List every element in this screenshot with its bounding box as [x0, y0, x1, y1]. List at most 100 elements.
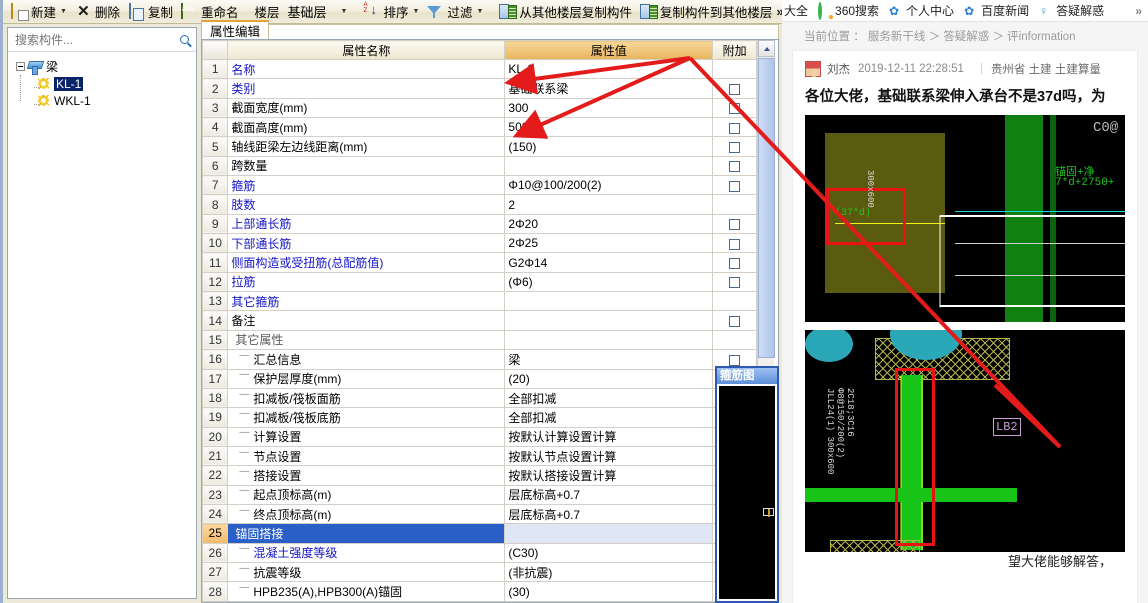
row-property-value[interactable]: 2Φ20 — [504, 213, 714, 235]
table-row[interactable]: 23起点顶标高(m) 层底标高+0.7 — [202, 484, 757, 505]
table-row[interactable]: 25 锚固搭接 — [202, 523, 757, 544]
row-property-name[interactable]: 上部通长筋 — [227, 213, 506, 235]
table-row[interactable]: 2 类别 基础联系梁 — [202, 78, 757, 99]
row-property-value[interactable]: 2Φ25 — [504, 233, 714, 254]
row-property-name[interactable]: 截面高度(mm) — [227, 117, 506, 138]
row-property-name[interactable]: 起点顶标高(m) — [227, 484, 506, 505]
table-row[interactable]: 22搭接设置 按默认搭接设置计算 — [202, 465, 757, 486]
tree-root-beam[interactable]: 梁 — [14, 58, 196, 75]
row-property-value[interactable]: (30) — [504, 581, 714, 602]
row-extra-checkbox[interactable] — [729, 161, 741, 173]
row-property-value[interactable]: 按默认搭接设置计算 — [504, 465, 714, 486]
row-property-name[interactable]: 轴线距梁左边线距离(mm) — [227, 136, 506, 157]
table-row[interactable]: 18扣减板/筏板面筋 全部扣减 — [202, 387, 757, 409]
row-property-name[interactable]: 混凝土强度等级 — [227, 542, 506, 563]
row-property-value[interactable]: 全部扣减 — [504, 387, 714, 409]
toolbar-copy-button[interactable]: 复制 — [124, 1, 177, 23]
table-row[interactable]: 19扣减板/筏板底筋 全部扣减 — [202, 407, 757, 428]
row-property-name[interactable]: 终点顶标高(m) — [227, 503, 506, 525]
row-property-name[interactable]: 搭接设置 — [227, 465, 506, 486]
row-property-value[interactable]: 300 — [504, 97, 714, 119]
post-image-2[interactable]: JLL24(1) 300x600 Φ8@150/200(2) 2C18;3C16… — [805, 330, 1125, 552]
row-extra-checkbox[interactable] — [729, 315, 741, 327]
bookmark-360-search[interactable]: 360搜索 — [818, 1, 879, 20]
chevron-down-icon[interactable]: ▼ — [412, 8, 419, 15]
row-property-name[interactable]: 汇总信息 — [227, 349, 506, 370]
row-property-value[interactable] — [504, 523, 714, 544]
stirrup-diagram-canvas[interactable] — [719, 386, 775, 599]
row-property-name[interactable]: 扣减板/筏板面筋 — [227, 387, 506, 409]
table-row[interactable]: 20计算设置 按默认计算设置计算 — [202, 426, 757, 447]
table-row[interactable]: 24终点顶标高(m) 层底标高+0.7 — [202, 503, 757, 525]
row-property-value[interactable]: G2Φ14 — [504, 252, 714, 273]
row-property-name[interactable]: 保护层厚度(mm) — [227, 368, 506, 389]
row-property-value[interactable]: (Φ6) — [504, 271, 714, 293]
table-row[interactable]: 6 跨数量 — [202, 155, 757, 177]
table-row[interactable]: 27抗震等级 (非抗震) — [202, 561, 757, 583]
scrollbar-up-button[interactable] — [758, 40, 775, 57]
tree-item-kl-1[interactable]: KL-1 — [28, 75, 196, 92]
row-property-name[interactable]: 备注 — [227, 310, 506, 331]
search-button[interactable] — [172, 29, 196, 51]
row-extra-checkbox[interactable] — [729, 219, 741, 231]
table-row[interactable]: 8 肢数 2 — [202, 194, 757, 215]
row-property-value[interactable]: (150) — [504, 136, 714, 157]
row-property-value[interactable]: 层底标高+0.7 — [504, 503, 714, 525]
table-row[interactable]: 26混凝土强度等级 (C30) — [202, 542, 757, 563]
row-property-value[interactable]: 2 — [504, 194, 714, 215]
row-extra-checkbox[interactable] — [729, 180, 741, 192]
row-property-value[interactable]: 500 — [504, 117, 714, 138]
row-extra-checkbox[interactable] — [729, 277, 741, 289]
bookmarks-overflow-icon[interactable]: » — [1135, 4, 1148, 18]
avatar[interactable] — [805, 61, 821, 77]
table-row[interactable]: 9 上部通长筋 2Φ20 — [202, 213, 757, 235]
toolbar-new-button[interactable]: 新建 ▼ — [7, 1, 71, 23]
table-row[interactable]: 28HPB235(A),HPB300(A)锚固 (30) — [202, 581, 757, 602]
row-property-value[interactable]: (20) — [504, 368, 714, 389]
row-property-value[interactable]: 按默认节点设置计算 — [504, 445, 714, 467]
row-extra-checkbox[interactable] — [729, 354, 741, 366]
row-extra-checkbox[interactable] — [729, 257, 741, 269]
row-property-name[interactable]: 扣减板/筏板底筋 — [227, 407, 506, 428]
table-row[interactable]: 12 拉筋 (Φ6) — [202, 271, 757, 293]
row-property-value[interactable]: Φ10@100/200(2) — [504, 175, 714, 196]
row-property-name[interactable]: 计算设置 — [227, 426, 506, 447]
row-property-name[interactable]: 拉筋 — [227, 271, 506, 293]
row-property-name[interactable]: 侧面构造或受扭筋(总配筋值) — [227, 252, 506, 273]
row-property-value[interactable] — [504, 329, 714, 351]
row-property-value[interactable] — [504, 310, 714, 331]
row-property-value[interactable]: 梁 — [504, 349, 714, 370]
bookmark-qa[interactable]: ♀ 答疑解惑 — [1039, 2, 1104, 19]
toolbar-delete-button[interactable]: ✕ 删除 — [71, 1, 124, 23]
row-property-value[interactable] — [504, 155, 714, 177]
row-property-name[interactable]: 其它箍筋 — [227, 291, 506, 312]
row-extra-checkbox[interactable] — [729, 238, 741, 250]
chevron-down-icon[interactable]: ▼ — [476, 8, 483, 15]
table-row[interactable]: 1 名称 KL-1 — [202, 58, 757, 80]
table-row[interactable]: 7 箍筋 Φ10@100/200(2) — [202, 175, 757, 196]
bookmark-personal-center[interactable]: ✿ 个人中心 — [889, 2, 954, 19]
row-extra-checkbox[interactable] — [729, 141, 741, 153]
row-property-value[interactable]: 基础联系梁 — [504, 78, 714, 99]
row-property-name[interactable]: 抗震等级 — [227, 561, 506, 583]
row-property-name[interactable]: 节点设置 — [227, 445, 506, 467]
row-property-value[interactable]: 层底标高+0.7 — [504, 484, 714, 505]
row-property-value[interactable]: (非抗震) — [504, 561, 714, 583]
row-extra-checkbox[interactable] — [729, 122, 741, 134]
tree-item-wkl-1[interactable]: WKL-1 — [28, 92, 196, 109]
table-row[interactable]: 21节点设置 按默认节点设置计算 — [202, 445, 757, 467]
table-row[interactable]: 10 下部通长筋 2Φ25 — [202, 233, 757, 254]
table-row[interactable]: 17保护层厚度(mm) (20) — [202, 368, 757, 389]
chevron-down-icon[interactable]: ▼ — [60, 8, 67, 15]
table-row[interactable]: 14 备注 — [202, 310, 757, 331]
table-row[interactable]: 15 其它属性 — [202, 329, 757, 351]
table-row[interactable]: 16汇总信息 梁 — [202, 349, 757, 370]
row-property-name[interactable]: HPB235(A),HPB300(A)锚固 — [227, 581, 506, 602]
table-row[interactable]: 3 截面宽度(mm) 300 — [202, 97, 757, 119]
row-property-name[interactable]: 箍筋 — [227, 175, 506, 196]
scrollbar-thumb[interactable] — [758, 58, 775, 358]
table-row[interactable]: 4 截面高度(mm) 500 — [202, 117, 757, 138]
table-row[interactable]: 5 轴线距梁左边线距离(mm) (150) — [202, 136, 757, 157]
row-property-value[interactable]: 按默认计算设置计算 — [504, 426, 714, 447]
row-extra-checkbox[interactable] — [729, 83, 741, 95]
